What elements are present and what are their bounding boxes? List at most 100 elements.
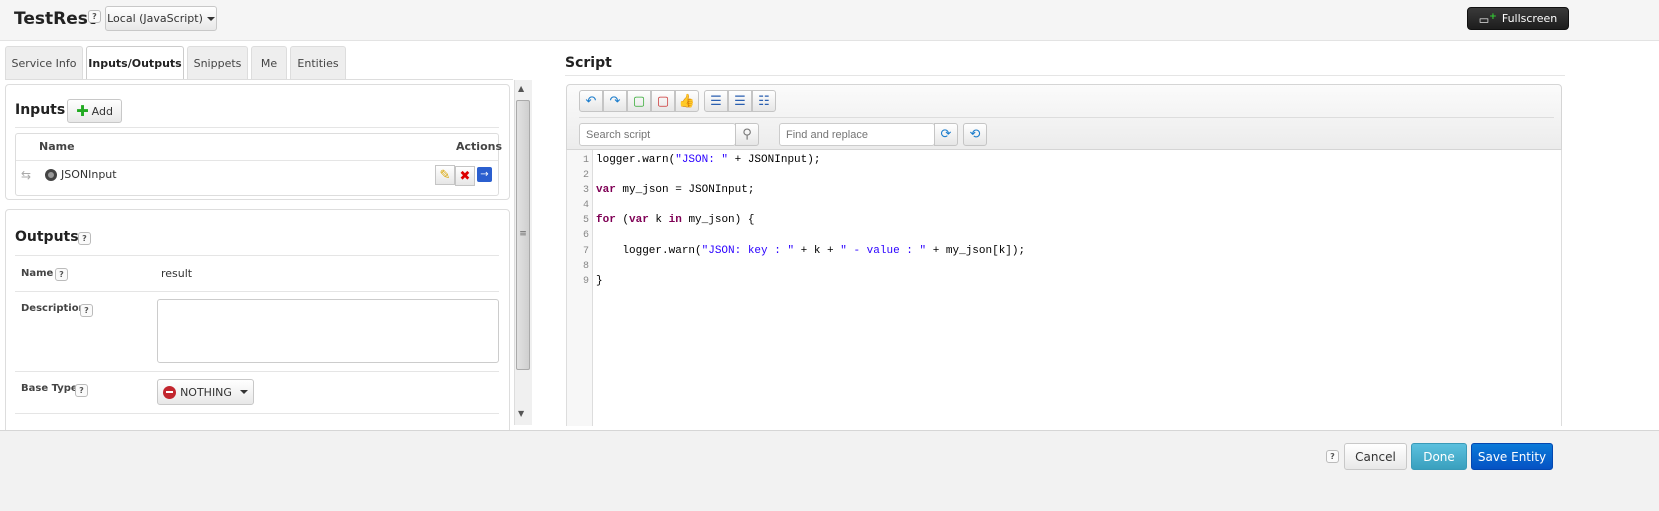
divider <box>15 127 499 128</box>
save-entity-button[interactable]: Save Entity <box>1471 443 1553 470</box>
comment-add-icon: ▢ <box>632 93 646 109</box>
code-line: logger.warn("JSON: " + JSONInput); <box>596 154 821 166</box>
help-icon[interactable]: ? <box>75 384 88 397</box>
input-name: JSONInput <box>61 168 117 181</box>
scroll-down-icon[interactable]: ▼ <box>518 409 524 418</box>
tab-label: Service Info <box>11 56 77 70</box>
no-entry-icon <box>163 385 177 399</box>
scrollbar-thumb[interactable]: ≡ <box>516 100 530 370</box>
plus-icon: ✚ <box>76 102 89 120</box>
code-line: logger.warn("JSON: key : " + k + " - val… <box>596 244 1026 257</box>
chevron-down-icon <box>239 390 248 394</box>
name-label: Name <box>21 268 54 279</box>
add-label: Add <box>91 104 113 118</box>
redo-button[interactable]: ↷ <box>603 90 627 112</box>
base-type-dropdown[interactable]: NOTHING <box>157 379 254 405</box>
divider <box>15 255 499 256</box>
tab-entities[interactable]: Entities <box>290 46 346 79</box>
close-icon: ✖ <box>459 168 471 184</box>
add-input-button[interactable]: ✚ Add <box>67 99 122 123</box>
comment-remove-icon: ▢ <box>656 93 670 109</box>
help-icon[interactable]: ? <box>78 232 91 245</box>
tab-label: Snippets <box>193 56 242 70</box>
delete-button[interactable]: ✖ <box>455 166 475 186</box>
script-title: Script <box>565 55 612 71</box>
line-number: 6 <box>582 230 589 242</box>
thumbs-up-button[interactable]: 👍 <box>675 90 699 112</box>
base-type-label: Base Type <box>21 383 78 394</box>
done-button[interactable]: Done <box>1411 443 1467 470</box>
line-number: 7 <box>582 245 589 257</box>
replace-one-button[interactable]: ⟳ <box>934 123 958 146</box>
undo-icon: ↶ <box>585 93 597 109</box>
chevron-down-icon <box>206 16 215 21</box>
divider <box>15 413 499 414</box>
help-icon[interactable]: ? <box>55 268 68 281</box>
add-comment-button[interactable]: ▢ <box>627 90 651 112</box>
save-label: Save Entity <box>1477 449 1547 464</box>
format-toolbar-group: ☰ ☰ ☷ <box>704 90 776 112</box>
code-content[interactable]: logger.warn("JSON: " + JSONInput); var m… <box>596 153 1025 289</box>
tab-inputs-outputs[interactable]: Inputs/Outputs <box>86 46 184 80</box>
pencil-icon: ✎ <box>439 167 451 183</box>
scroll-up-icon[interactable]: ▲ <box>518 84 524 93</box>
line-number: 9 <box>582 275 589 287</box>
disc-icon <box>45 169 57 181</box>
help-icon[interactable]: ? <box>80 304 93 317</box>
tab-label: Inputs/Outputs <box>88 57 182 70</box>
redo-icon: ↷ <box>609 93 621 109</box>
engine-dropdown[interactable]: Local (JavaScript) <box>105 6 217 31</box>
format-button[interactable]: ☷ <box>752 90 776 112</box>
footer <box>0 430 1659 511</box>
edit-button[interactable]: ✎ <box>435 165 455 185</box>
fullscreen-button[interactable]: ▭+ Fullscreen <box>1467 7 1569 30</box>
output-name-value: result <box>161 267 193 280</box>
description-textarea[interactable] <box>157 299 499 363</box>
tab-snippets[interactable]: Snippets <box>187 46 248 79</box>
outdent-icon: ☰ <box>710 93 722 109</box>
edit-toolbar-group: ↶ ↷ ▢ ▢ 👍 <box>579 90 699 112</box>
map-arrow-button[interactable]: → <box>477 167 492 182</box>
divider <box>579 117 1554 118</box>
drag-handle-icon[interactable]: ⇆ <box>21 168 31 182</box>
base-type-value: NOTHING <box>180 385 232 399</box>
remove-comment-button[interactable]: ▢ <box>651 90 675 112</box>
tab-service-info[interactable]: Service Info <box>5 46 83 79</box>
cancel-button[interactable]: Cancel <box>1344 443 1407 470</box>
cancel-label: Cancel <box>1355 449 1396 464</box>
line-number: 5 <box>582 215 589 227</box>
tab-label: Entities <box>297 56 339 70</box>
line-numbers: 1 2 3 4 5 6 7 8 9 <box>567 153 589 289</box>
tab-me[interactable]: Me <box>251 46 287 79</box>
help-icon[interactable]: ? <box>88 10 101 23</box>
indent-button[interactable]: ☰ <box>728 90 752 112</box>
tab-divider <box>5 79 513 80</box>
search-script-input[interactable] <box>579 123 736 146</box>
undo-button[interactable]: ↶ <box>579 90 603 112</box>
column-name: Name <box>39 140 75 153</box>
indent-icon: ☰ <box>734 93 746 109</box>
replace-all-icon: ⟲ <box>969 127 981 142</box>
format-code-icon: ☷ <box>758 93 770 109</box>
presentation-icon: ▭+ <box>1478 10 1497 27</box>
header <box>0 0 1659 41</box>
search-button[interactable]: ⚲ <box>735 123 759 146</box>
code-line: } <box>596 274 603 287</box>
thumbs-up-icon: 👍 <box>678 93 696 109</box>
replace-all-button[interactable]: ⟲ <box>963 123 987 146</box>
divider <box>15 371 499 372</box>
code-line: var my_json = JSONInput; <box>596 184 755 197</box>
done-label: Done <box>1423 449 1455 464</box>
help-icon[interactable]: ? <box>1326 450 1339 463</box>
line-number: 1 <box>582 155 589 166</box>
page-title: TestRest <box>14 9 96 29</box>
description-label: Description <box>21 303 86 314</box>
line-number: 2 <box>582 170 589 182</box>
engine-label: Local (JavaScript) <box>107 12 203 25</box>
outputs-title: Outputs <box>15 229 79 245</box>
divider <box>15 291 499 292</box>
outdent-button[interactable]: ☰ <box>704 90 728 112</box>
find-replace-input[interactable] <box>779 123 935 146</box>
